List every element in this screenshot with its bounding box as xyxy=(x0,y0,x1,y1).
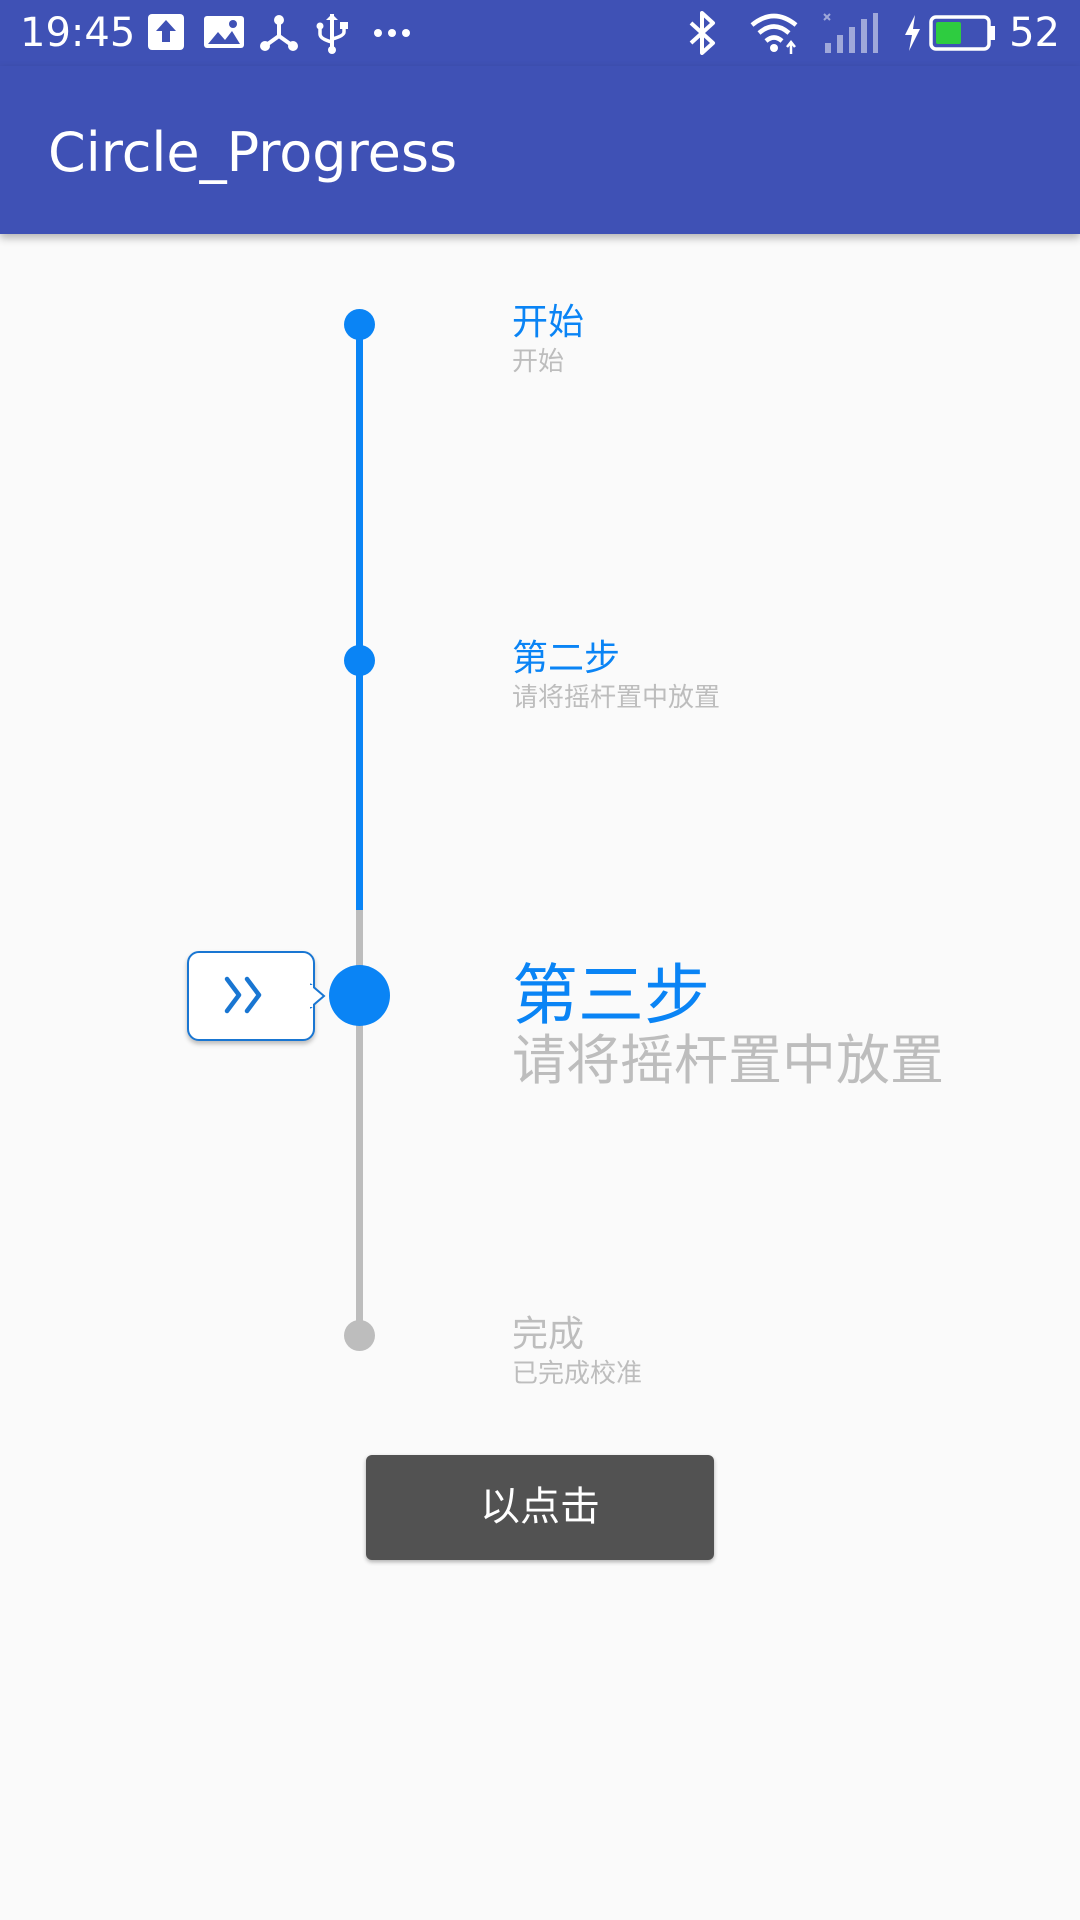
progress-track-completed xyxy=(356,324,363,910)
app-title: Circle_Progress xyxy=(48,121,458,184)
step-title-1: 开始 xyxy=(512,302,585,343)
step-node-2 xyxy=(344,645,375,676)
image-icon xyxy=(202,12,246,54)
status-bar: 19:45 52 xyxy=(0,0,1080,66)
step-description-current: 请将摇杆置中放置 xyxy=(512,1029,944,1092)
app-bar: Circle_Progress xyxy=(0,66,1080,234)
double-chevron-right-icon xyxy=(221,973,281,1021)
bluetooth-icon xyxy=(685,11,719,55)
cell-signal-icon xyxy=(821,11,879,55)
current-step-indicator xyxy=(187,951,315,1041)
upload-icon xyxy=(146,12,190,54)
charging-icon xyxy=(901,13,923,53)
step-description-2: 请将摇杆置中放置 xyxy=(512,683,721,713)
more-dots-icon xyxy=(370,12,414,54)
share-network-icon xyxy=(258,12,302,54)
battery-icon xyxy=(929,13,997,53)
step-node-4 xyxy=(344,1320,375,1351)
battery-percent: 52 xyxy=(1009,10,1060,56)
system-icons: 52 xyxy=(685,10,1080,56)
step-title-4: 完成 xyxy=(512,1314,585,1355)
step-title-2: 第二步 xyxy=(512,638,621,679)
indicator-tail xyxy=(310,983,326,1009)
status-time: 19:45 xyxy=(20,10,136,56)
step-title-current: 第三步 xyxy=(512,957,710,1034)
step-progress: 开始 开始 第二步 请将摇杆置中放置 第三步 请将摇杆置中放置 完成 已完成校准 xyxy=(0,234,1080,1394)
usb-icon xyxy=(314,12,358,54)
step-description-1: 开始 xyxy=(512,347,565,377)
step-description-4: 已完成校准 xyxy=(512,1359,643,1389)
wifi-icon xyxy=(749,11,799,55)
click-button[interactable]: 以点击 xyxy=(366,1455,714,1560)
step-node-1 xyxy=(344,309,375,340)
notification-icons xyxy=(146,12,426,54)
step-node-current xyxy=(329,965,390,1026)
